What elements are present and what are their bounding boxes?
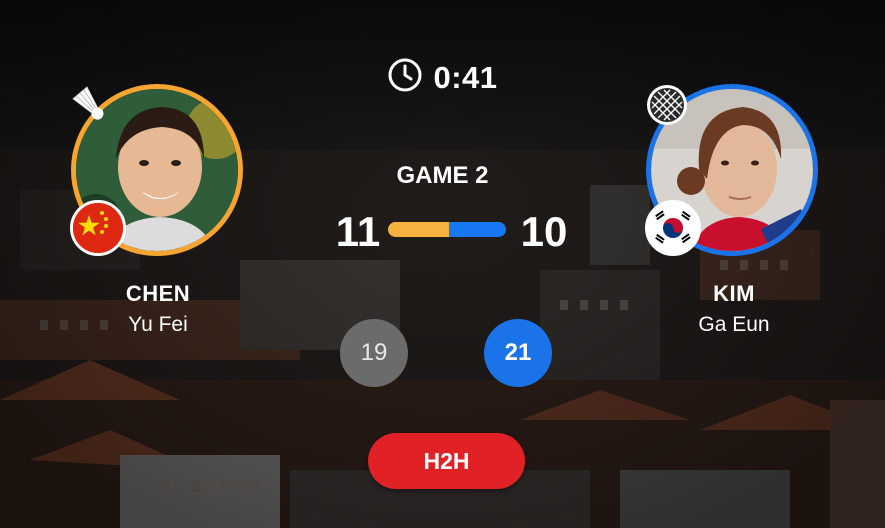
right-points-fill — [449, 222, 506, 237]
left-player-points: 11 — [335, 208, 381, 255]
south-korea-flag-icon — [645, 200, 701, 256]
player-left-first-name: Yu Fei — [128, 313, 188, 336]
china-flag-icon — [70, 200, 126, 256]
player-left-name[interactable]: CHEN Yu Fei — [68, 281, 248, 337]
player-right-name[interactable]: KIM Ga Eun — [644, 281, 824, 337]
player-left-last-name: CHEN — [125, 281, 191, 306]
shuttlecock-icon — [68, 83, 114, 134]
points-progress-bar — [388, 222, 506, 237]
elapsed-time: 0:41 — [433, 59, 498, 95]
player-right-previous-game-score: 21 — [484, 319, 552, 387]
right-player-points: 10 — [520, 208, 568, 255]
left-points-fill — [388, 222, 450, 237]
player-right-last-name: KIM — [713, 281, 755, 306]
player-right-first-name: Ga Eun — [698, 313, 770, 336]
player-left-previous-game-score: 19 — [340, 319, 408, 387]
h2h-button[interactable]: H2H — [368, 433, 525, 489]
clock-icon — [388, 58, 422, 92]
racket-icon — [644, 82, 690, 133]
